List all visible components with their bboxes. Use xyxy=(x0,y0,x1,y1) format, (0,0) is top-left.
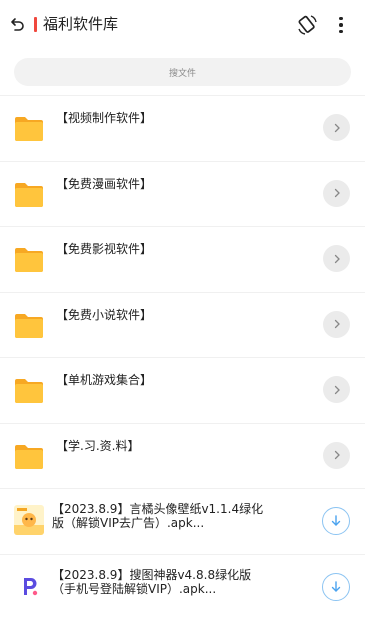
rotate-device-icon[interactable] xyxy=(296,14,318,36)
open-folder-button[interactable] xyxy=(323,179,350,207)
folder-icon xyxy=(14,114,44,142)
folder-row[interactable]: 【单机游戏集合】 xyxy=(0,357,365,423)
file-name: 【2023.8.9】搜图神器v4.8.8绿化版（手机号登陆解锁VIP）.apk.… xyxy=(52,567,252,596)
folder-icon xyxy=(14,376,44,404)
search-input[interactable]: 搜文件 xyxy=(14,58,351,86)
folder-icon xyxy=(14,311,44,339)
file-list: 【视频制作软件】 【免费漫画软件】 【免费影视软件】 【免费小说软件】 【单机游… xyxy=(0,95,365,619)
open-folder-button[interactable] xyxy=(323,376,350,403)
page-title: 福利软件库 xyxy=(43,15,119,33)
folder-row[interactable]: 【视频制作软件】 xyxy=(0,95,365,161)
folder-icon xyxy=(14,442,44,470)
app-thumbnail-icon xyxy=(14,505,44,535)
folder-icon xyxy=(14,180,44,208)
folder-row[interactable]: 【免费小说软件】 xyxy=(0,291,365,358)
folder-name: 【免费影视软件】 xyxy=(56,242,153,256)
download-button[interactable] xyxy=(322,572,350,601)
title-accent-bar xyxy=(34,17,37,32)
more-vertical-icon[interactable] xyxy=(334,14,348,36)
download-button[interactable] xyxy=(322,507,350,535)
open-folder-button[interactable] xyxy=(323,441,350,469)
file-row[interactable]: 【2023.8.9】搜图神器v4.8.8绿化版（手机号登陆解锁VIP）.apk.… xyxy=(0,553,365,620)
app-thumbnail-icon xyxy=(14,570,44,601)
folder-name: 【视频制作软件】 xyxy=(56,111,153,125)
folder-name: 【免费小说软件】 xyxy=(56,307,153,322)
open-folder-button[interactable] xyxy=(323,310,350,338)
open-folder-button[interactable] xyxy=(323,114,350,141)
top-bar: 福利软件库 xyxy=(0,0,365,50)
folder-name: 【单机游戏集合】 xyxy=(56,373,153,387)
file-name: 【2023.8.9】言橘头像壁纸v1.1.4绿化版（解锁VIP去广告）.apk.… xyxy=(52,502,264,530)
back-arrow-icon[interactable] xyxy=(9,14,27,34)
search-placeholder: 搜文件 xyxy=(168,68,196,79)
folder-name: 【学.习.资.料】 xyxy=(56,438,140,453)
folder-row[interactable]: 【免费影视软件】 xyxy=(0,226,365,292)
folder-icon xyxy=(14,245,44,273)
folder-row[interactable]: 【免费漫画软件】 xyxy=(0,160,365,227)
file-row[interactable]: 【2023.8.9】言橘头像壁纸v1.1.4绿化版（解锁VIP去广告）.apk.… xyxy=(0,488,365,554)
open-folder-button[interactable] xyxy=(323,245,350,272)
folder-row[interactable]: 【学.习.资.料】 xyxy=(0,422,365,489)
folder-name: 【免费漫画软件】 xyxy=(56,176,153,191)
